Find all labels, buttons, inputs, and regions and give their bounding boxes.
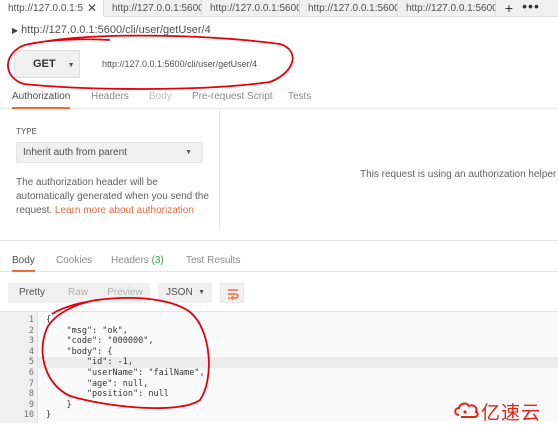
auth-type-select[interactable]: Inherit auth from parent ▼ <box>16 142 203 163</box>
tab-headers[interactable]: Headers <box>91 89 129 109</box>
code-line: "userName": "failName", <box>46 368 205 378</box>
chevron-down-icon: ▼ <box>67 62 75 69</box>
line-number: 3 <box>28 336 34 347</box>
code-line: } <box>46 399 72 410</box>
auth-panel: TYPE Inherit auth from parent ▼ The auth… <box>0 110 220 230</box>
pretty-button[interactable]: Pretty <box>8 283 56 303</box>
code-line: "position": null <box>46 389 169 400</box>
code-line: "code": "000000", <box>46 336 154 347</box>
code-line: } <box>46 410 52 421</box>
code-line: "msg": "ok", <box>46 325 128 336</box>
request-tab[interactable]: http://127.0.0.1:5600/cli <box>202 0 300 17</box>
line-number: 8 <box>28 389 34 400</box>
tab-authorization[interactable]: Authorization <box>12 89 71 109</box>
wrap-icon <box>228 289 239 301</box>
watermark-text: 亿速云 <box>481 402 542 424</box>
line-number: 10 <box>23 410 34 421</box>
tab-pre-request-script[interactable]: Pre-request Script <box>192 89 273 109</box>
request-tab-label: http://127.0.0.1:5 <box>8 3 84 14</box>
cloud-logo-icon <box>454 402 479 418</box>
headers-count-badge: (3) <box>151 255 164 266</box>
method-value: GET <box>33 58 56 70</box>
request-tab[interactable]: http://127.0.0.1:5600/cli <box>300 0 398 17</box>
auth-helper-text: This request is using an authorization h… <box>360 169 558 180</box>
watermark-logo: 亿速云 <box>453 398 558 424</box>
auth-description: The authorization header will be automat… <box>16 176 216 218</box>
line-number: 4 <box>28 346 34 357</box>
wrap-lines-button[interactable] <box>220 283 244 303</box>
tab-body[interactable]: Body <box>149 89 172 109</box>
request-tab-label: http://127.0.0.1:5600/cli <box>210 3 299 14</box>
auth-type-label: TYPE <box>16 127 37 136</box>
chevron-down-icon: ▼ <box>185 149 192 156</box>
tab-response-body[interactable]: Body <box>12 252 35 272</box>
request-tab-bar: http://127.0.0.1:5 ✕ http://127.0.0.1:56… <box>0 0 558 17</box>
chevron-down-icon: ▼ <box>198 289 205 296</box>
format-type-value: JSON <box>166 287 193 298</box>
tab-test-results[interactable]: Test Results <box>186 252 240 272</box>
request-tab-label: http://127.0.0.1:5600/cli <box>112 3 201 14</box>
section-divider <box>0 240 558 241</box>
request-tab-label: http://127.0.0.1:5600/cli <box>406 3 495 14</box>
close-icon[interactable]: ✕ <box>80 0 104 17</box>
response-headers-label: Headers <box>111 255 149 266</box>
line-number: 1 <box>28 315 34 325</box>
code-line: { <box>46 315 52 325</box>
line-number: 6 <box>28 368 34 378</box>
tab-cookies[interactable]: Cookies <box>56 252 92 272</box>
method-select[interactable]: GET ▼ <box>14 50 80 78</box>
line-number: 9 <box>28 399 34 410</box>
raw-button[interactable]: Raw <box>56 283 100 303</box>
add-tab-icon[interactable]: + <box>498 0 520 17</box>
request-tab[interactable]: http://127.0.0.1:5600/cli <box>398 0 496 17</box>
request-name-label: http://127.0.0.1:5600/cli/user/getUser/4 <box>21 24 211 36</box>
request-tab[interactable]: http://127.0.0.1:5600/cli <box>104 0 202 17</box>
code-line: "id": -1, <box>46 357 133 368</box>
auth-type-value: Inherit auth from parent <box>23 147 127 158</box>
tab-response-headers[interactable]: Headers (3) <box>111 252 164 272</box>
line-number: 2 <box>28 325 34 336</box>
code-line: "body": { <box>46 346 113 357</box>
request-tabs: Authorization Headers Body Pre-request S… <box>0 89 558 109</box>
format-type-select[interactable]: JSON ▼ <box>158 283 212 303</box>
tab-tests[interactable]: Tests <box>288 89 311 109</box>
request-tab-label: http://127.0.0.1:5600/cli <box>308 3 397 14</box>
more-options-icon[interactable]: ••• <box>520 0 542 17</box>
learn-more-link[interactable]: Learn more about authorization <box>55 205 194 216</box>
code-line: "age": null, <box>46 378 149 389</box>
line-number: 5 <box>28 357 34 368</box>
preview-button[interactable]: Preview <box>100 283 150 303</box>
line-number: 7 <box>28 378 34 389</box>
expand-arrow-icon[interactable]: ▶ <box>12 26 18 35</box>
response-tabs: Body Cookies Headers (3) Test Results <box>0 252 558 272</box>
url-bar: GET ▼ http://127.0.0.1:5600/cli/user/getU… <box>14 50 290 78</box>
request-name[interactable]: ▶ http://127.0.0.1:5600/cli/user/getUser/… <box>12 24 211 36</box>
url-input[interactable]: http://127.0.0.1:5600/cli/user/getUser/4 <box>80 50 290 78</box>
